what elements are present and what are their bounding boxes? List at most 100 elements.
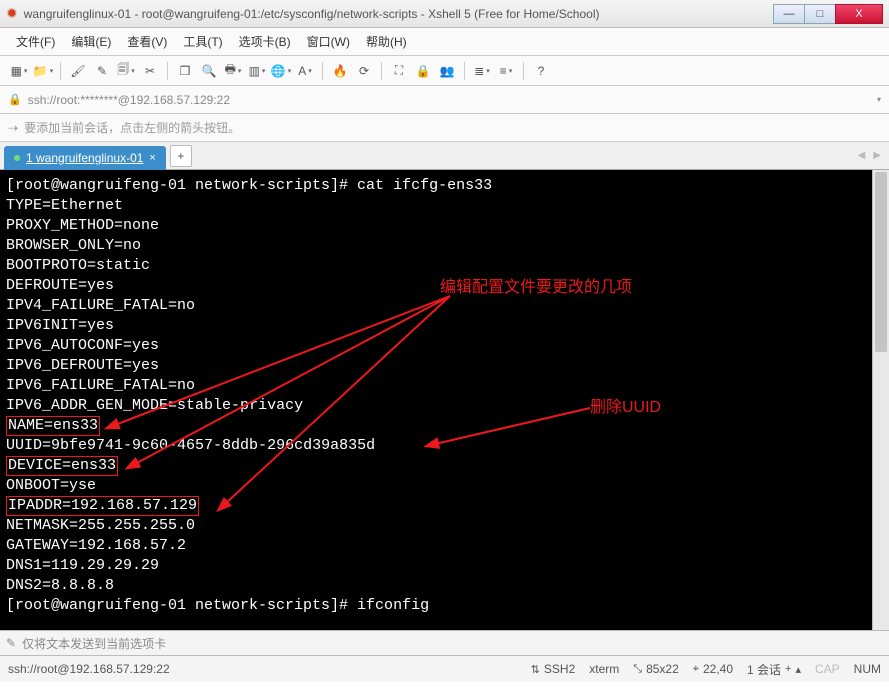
lock-icon: 🔒: [8, 93, 22, 106]
terminal-line: [root@wangruifeng-01 network-scripts]# i…: [6, 596, 883, 616]
status-pos: 22,40: [703, 662, 733, 676]
status-num: NUM: [854, 662, 881, 676]
print-icon[interactable]: 🖶: [222, 60, 244, 82]
menu-bar: 文件(F) 编辑(E) 查看(V) 工具(T) 选项卡(B) 窗口(W) 帮助(…: [0, 28, 889, 56]
menu-tools[interactable]: 工具(T): [175, 33, 230, 50]
terminal-line: IPV6_AUTOCONF=yes: [6, 336, 883, 356]
search-icon[interactable]: 🔍: [198, 60, 220, 82]
maximize-button[interactable]: □: [804, 4, 836, 24]
highlight-device: DEVICE=ens33: [6, 456, 118, 476]
title-bar: ✹ wangruifenglinux-01 - root@wangruifeng…: [0, 0, 889, 28]
terminal-line: NETMASK=255.255.255.0: [6, 516, 883, 536]
session-add-icon[interactable]: +: [785, 663, 791, 675]
toolbar-separator: [167, 62, 168, 80]
chevron-down-icon[interactable]: ▾: [877, 95, 881, 104]
toolbar-separator: [523, 62, 524, 80]
arrow-icon[interactable]: ⇢: [8, 121, 18, 135]
toolbar-separator: [322, 62, 323, 80]
terminal-line: IPV4_FAILURE_FATAL=no: [6, 296, 883, 316]
menu-window[interactable]: 窗口(W): [299, 33, 358, 50]
status-term: xterm: [589, 662, 619, 676]
status-ssh: SSH2: [544, 662, 575, 676]
minimize-button[interactable]: —: [773, 4, 805, 24]
ssh-icon: ⇅: [531, 663, 540, 676]
status-session: 1 会话: [747, 661, 781, 678]
scrollbar-thumb[interactable]: [875, 172, 887, 352]
copy-icon[interactable]: ❐: [174, 60, 196, 82]
terminal-line: ONBOOT=yse: [6, 476, 883, 496]
terminal-line: GATEWAY=192.168.57.2: [6, 536, 883, 556]
new-icon[interactable]: ▦: [8, 60, 30, 82]
scissors-icon[interactable]: ✂: [139, 60, 161, 82]
folder-icon[interactable]: 📁: [32, 60, 54, 82]
window-title: wangruifenglinux-01 - root@wangruifeng-0…: [24, 7, 774, 21]
annotation-delete-uuid: 删除UUID: [590, 398, 661, 418]
terminal-line: TYPE=Ethernet: [6, 196, 883, 216]
tab-bar: 1 wangruifenglinux-01 × + ◀ ▶: [0, 142, 889, 170]
toolbar-separator: [381, 62, 382, 80]
brush-icon[interactable]: 🖌: [67, 60, 89, 82]
menu-view[interactable]: 查看(V): [119, 33, 175, 50]
menu-help[interactable]: 帮助(H): [358, 33, 415, 50]
pencil-icon[interactable]: ✎: [91, 60, 113, 82]
lock-icon[interactable]: 🔒: [412, 60, 434, 82]
globe-icon[interactable]: 🌐: [270, 60, 292, 82]
close-button[interactable]: X: [835, 4, 883, 24]
tab-next-icon[interactable]: ▶: [869, 150, 885, 161]
toolbar-separator: [60, 62, 61, 80]
highlight-name: NAME=ens33: [6, 416, 100, 436]
input-placeholder: 仅将文本发送到当前选项卡: [22, 635, 166, 652]
terminal-line: BROWSER_ONLY=no: [6, 236, 883, 256]
add-tab-button[interactable]: +: [170, 145, 192, 167]
terminal-line: DNS2=8.8.8.8: [6, 576, 883, 596]
terminal-line: BOOTPROTO=static: [6, 256, 883, 276]
session-tab[interactable]: 1 wangruifenglinux-01 ×: [4, 146, 166, 170]
chevron-up-icon[interactable]: ▴: [795, 663, 801, 676]
menu-file[interactable]: 文件(F): [8, 33, 63, 50]
send-input-bar[interactable]: ✎ 仅将文本发送到当前选项卡: [0, 630, 889, 656]
columns-icon[interactable]: ▥: [246, 60, 268, 82]
terminal-line: NAME=ens33: [6, 416, 883, 436]
help-icon[interactable]: ?: [530, 60, 552, 82]
terminal-line: DEVICE=ens33: [6, 456, 883, 476]
flame-icon[interactable]: 🔥: [329, 60, 351, 82]
status-cap: CAP: [815, 662, 840, 676]
terminal-line: [root@wangruifeng-01 network-scripts]# c…: [6, 176, 883, 196]
terminal-line: UUID=9bfe9741-9c60-4657-8ddb-296cd39a835…: [6, 436, 883, 456]
pen-icon: ✎: [6, 636, 16, 650]
menu-edit[interactable]: 编辑(E): [63, 33, 119, 50]
lines-icon[interactable]: ≡: [495, 60, 517, 82]
close-tab-icon[interactable]: ×: [149, 152, 155, 164]
terminal-line: IPADDR=192.168.57.129: [6, 496, 883, 516]
status-connection: ssh://root@192.168.57.129:22: [8, 662, 170, 676]
scrollbar[interactable]: [872, 170, 889, 630]
tab-label: 1 wangruifenglinux-01: [26, 151, 143, 165]
users-icon[interactable]: 👥: [436, 60, 458, 82]
list-icon[interactable]: ≣: [471, 60, 493, 82]
hint-bar: ⇢ 要添加当前会话，点击左侧的箭头按钮。: [0, 114, 889, 142]
terminal[interactable]: [root@wangruifeng-01 network-scripts]# c…: [0, 170, 889, 630]
highlight-ipaddr: IPADDR=192.168.57.129: [6, 496, 199, 516]
status-bar: ssh://root@192.168.57.129:22 ⇅ SSH2 xterm…: [0, 656, 889, 682]
size-icon: ⤡: [633, 663, 642, 676]
toolbar: ▦ 📁 🖌 ✎ 🗐 ✂ ❐ 🔍 🖶 ▥ 🌐 A 🔥 ⟳ ⛶ 🔒 👥 ≣ ≡ ?: [0, 56, 889, 86]
terminal-line: IPV6INIT=yes: [6, 316, 883, 336]
tab-prev-icon[interactable]: ◀: [854, 150, 870, 161]
terminal-line: IPV6_FAILURE_FATAL=no: [6, 376, 883, 396]
expand-icon[interactable]: ⛶: [388, 60, 410, 82]
terminal-line: IPV6_ADDR_GEN_MODE=stable-privacy: [6, 396, 883, 416]
status-dot-icon: [14, 155, 20, 161]
clipboard-icon[interactable]: 🗐: [115, 60, 137, 82]
terminal-line: PROXY_METHOD=none: [6, 216, 883, 236]
status-size: 85x22: [646, 662, 679, 676]
terminal-line: DNS1=119.29.29.29: [6, 556, 883, 576]
toolbar-separator: [464, 62, 465, 80]
refresh-icon[interactable]: ⟳: [353, 60, 375, 82]
font-icon[interactable]: A: [294, 60, 316, 82]
address-text[interactable]: ssh://root:********@192.168.57.129:22: [28, 93, 877, 107]
menu-tabs[interactable]: 选项卡(B): [231, 33, 299, 50]
annotation-edit-items: 编辑配置文件要更改的几项: [440, 278, 632, 298]
terminal-line: IPV6_DEFROUTE=yes: [6, 356, 883, 376]
address-bar: 🔒 ssh://root:********@192.168.57.129:22 …: [0, 86, 889, 114]
pos-icon: ⌖: [693, 663, 699, 676]
